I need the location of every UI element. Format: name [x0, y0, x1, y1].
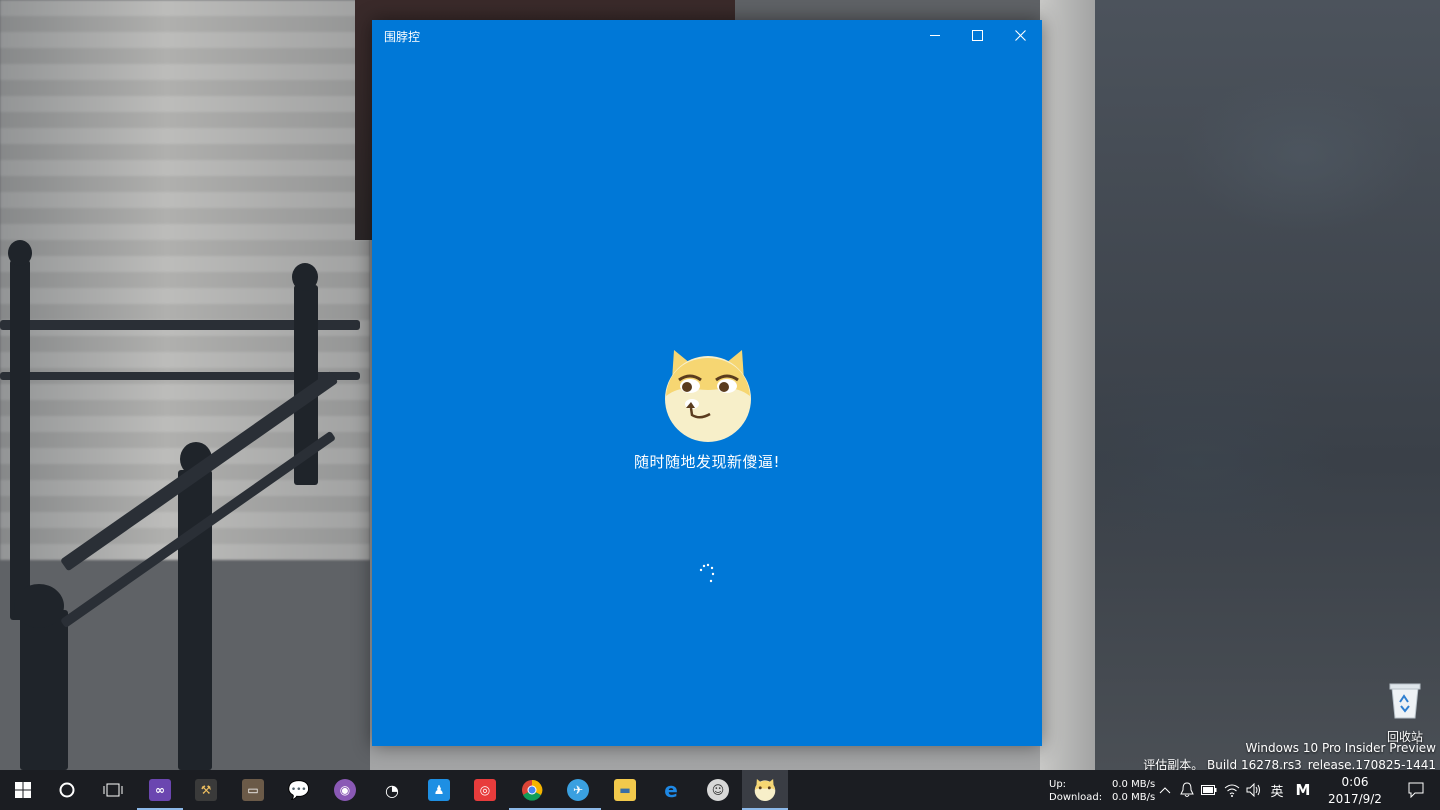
avatar-icon: ☺ [707, 779, 729, 801]
tray-qq-button[interactable] [1177, 770, 1197, 810]
windows-watermark: Windows 10 Pro Insider Preview 评估副本。 Bui… [1143, 740, 1436, 774]
network-labels: Up: Download: [1049, 778, 1102, 804]
task-view-button[interactable] [90, 770, 136, 810]
network-down-value: 0.0 MB/s [1112, 792, 1156, 803]
splash-tagline: 随时随地发现新傻逼! [633, 453, 780, 471]
taskbar-qq[interactable]: ♟ [416, 770, 462, 810]
taskbar: ∞ ⚒ ▭ 💬 ◉ ◔ ♟ ◎ ✈ ▬ e ☺ Up: Download: 0.… [0, 770, 1440, 810]
bell-icon [1180, 782, 1194, 797]
taskbar-weibo[interactable]: ◔ [369, 770, 415, 810]
qq-icon: ♟ [428, 779, 450, 801]
taskbar-file-explorer[interactable]: ▬ [602, 770, 648, 810]
app-window: 围脖控 随时随地发现新傻逼! [372, 20, 1042, 746]
clock-date: 2017/9/2 [1328, 792, 1382, 806]
taskbar-visual-studio[interactable]: ∞ [137, 770, 183, 810]
taskbar-browser[interactable]: ✈ [555, 770, 601, 810]
volume-button[interactable] [1244, 770, 1264, 810]
maximize-button[interactable] [956, 20, 999, 50]
edge-icon: e [664, 778, 678, 802]
title-bar[interactable]: 围脖控 [372, 20, 1042, 50]
close-icon [1015, 29, 1026, 41]
minimize-icon [929, 34, 940, 36]
recycle-bin[interactable]: 回收站 [1380, 680, 1430, 745]
doge-logo-icon [665, 350, 751, 442]
github-icon: ◉ [334, 779, 356, 801]
loading-spinner-icon [699, 563, 715, 583]
wechat-icon: 💬 [287, 779, 311, 801]
chevron-up-icon [1159, 787, 1171, 794]
action-center-button[interactable] [1392, 770, 1440, 810]
taskbar-weibo-app[interactable] [742, 770, 788, 810]
taskbar-edge[interactable]: e [648, 770, 694, 810]
taskbar-netease-music[interactable]: ◎ [462, 770, 508, 810]
close-button[interactable] [999, 20, 1042, 50]
task-view-icon [103, 783, 123, 797]
taskbar-github[interactable]: ◉ [322, 770, 368, 810]
window-title: 围脖控 [384, 30, 421, 44]
taskbar-avatar-app[interactable]: ☺ [695, 770, 741, 810]
clock[interactable]: 0:06 2017/9/2 [1320, 774, 1390, 808]
wifi-button[interactable] [1222, 770, 1242, 810]
ime-mode-button[interactable]: M [1291, 770, 1315, 810]
battery-button[interactable] [1199, 770, 1219, 810]
notification-icon [1408, 782, 1424, 798]
cortana-circle-icon [59, 782, 75, 798]
tools-icon: ⚒ [195, 779, 217, 801]
battery-icon [1201, 785, 1217, 795]
weibo-icon: ◔ [385, 780, 399, 800]
speaker-icon [1246, 783, 1260, 797]
show-hidden-icons-button[interactable] [1156, 770, 1174, 810]
folder-icon: ▬ [614, 779, 636, 801]
minimize-button[interactable] [913, 20, 956, 50]
watermark-edition: Windows 10 Pro Insider Preview [1245, 741, 1436, 755]
music-icon: ◎ [474, 779, 496, 801]
chrome-icon [522, 779, 543, 801]
network-values: 0.0 MB/s 0.0 MB/s [1112, 778, 1155, 804]
globe-icon: ✈ [567, 779, 589, 801]
start-button[interactable] [0, 770, 46, 810]
terminal-icon: ▭ [242, 779, 264, 801]
network-up-label: Up: [1049, 779, 1067, 790]
visual-studio-icon: ∞ [149, 779, 171, 801]
network-down-label: Download: [1049, 792, 1103, 803]
recycle-bin-icon [1389, 683, 1421, 719]
clock-time: 0:06 [1341, 775, 1369, 789]
ime-language-button[interactable]: 英 [1266, 770, 1288, 810]
doge-icon [754, 779, 776, 801]
taskbar-dev-tools[interactable]: ⚒ [183, 770, 229, 810]
windows-logo-icon [15, 782, 31, 798]
network-up-value: 0.0 MB/s [1112, 779, 1156, 790]
taskbar-wechat[interactable]: 💬 [276, 770, 322, 810]
maximize-icon [972, 29, 983, 41]
taskbar-chrome[interactable] [509, 770, 555, 810]
cortana-button[interactable] [44, 770, 90, 810]
taskbar-terminal[interactable]: ▭ [230, 770, 276, 810]
wifi-icon [1224, 784, 1240, 797]
